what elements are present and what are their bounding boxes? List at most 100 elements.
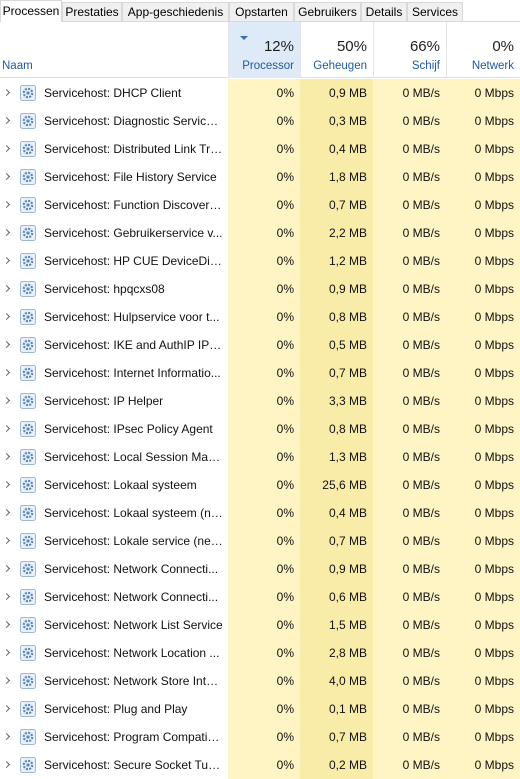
- tab-processen[interactable]: Processen: [0, 0, 62, 22]
- network-value: 0 Mbps: [446, 135, 520, 163]
- expand-chevron-icon[interactable]: [2, 256, 11, 265]
- service-gear-icon: [20, 505, 36, 521]
- process-name: Servicehost: Lokaal systeem (ne...: [44, 506, 224, 520]
- process-row[interactable]: Servicehost: Program Compatib... 0% 0,7 …: [0, 723, 520, 751]
- cpu-value: 0%: [228, 275, 300, 303]
- process-row[interactable]: Servicehost: IP Helper 0% 3,3 MB 0 MB/s …: [0, 387, 520, 415]
- expand-chevron-icon[interactable]: [2, 312, 11, 321]
- process-name: Servicehost: Lokale service (net...: [44, 534, 224, 548]
- network-value: 0 Mbps: [446, 275, 520, 303]
- process-row[interactable]: Servicehost: Gebruikerservice v... 0% 2,…: [0, 219, 520, 247]
- network-value: 0 Mbps: [446, 79, 520, 107]
- memory-value: 1,5 MB: [300, 611, 373, 639]
- disk-value: 0 MB/s: [373, 359, 446, 387]
- column-network-header[interactable]: 0% Netwerk: [446, 22, 520, 78]
- memory-value: 0,4 MB: [300, 499, 373, 527]
- process-row[interactable]: Servicehost: IKE and AuthIP IPse... 0% 0…: [0, 331, 520, 359]
- expand-chevron-icon[interactable]: [2, 452, 11, 461]
- process-row[interactable]: Servicehost: Lokaal systeem (ne... 0% 0,…: [0, 499, 520, 527]
- tab-prestaties[interactable]: Prestaties: [62, 2, 122, 21]
- process-row[interactable]: Servicehost: Network Connecti... 0% 0,9 …: [0, 555, 520, 583]
- disk-value: 0 MB/s: [373, 79, 446, 107]
- process-row[interactable]: Servicehost: Secure Socket Tun... 0% 0,2…: [0, 751, 520, 779]
- expand-chevron-icon[interactable]: [2, 396, 11, 405]
- cpu-value: 0%: [228, 583, 300, 611]
- tab-opstarten[interactable]: Opstarten: [229, 2, 294, 21]
- memory-value: 3,3 MB: [300, 387, 373, 415]
- process-row[interactable]: Servicehost: DHCP Client 0% 0,9 MB 0 MB/…: [0, 79, 520, 107]
- process-row[interactable]: Servicehost: Diagnostic Service ... 0% 0…: [0, 107, 520, 135]
- cpu-value: 0%: [228, 555, 300, 583]
- process-row[interactable]: Servicehost: Distributed Link Tra... 0% …: [0, 135, 520, 163]
- disk-value: 0 MB/s: [373, 303, 446, 331]
- process-row[interactable]: Servicehost: Plug and Play 0% 0,1 MB 0 M…: [0, 695, 520, 723]
- expand-chevron-icon[interactable]: [2, 732, 11, 741]
- process-row[interactable]: Servicehost: HP CUE DeviceDisc... 0% 1,2…: [0, 247, 520, 275]
- cpu-value: 0%: [228, 387, 300, 415]
- process-row[interactable]: Servicehost: IPsec Policy Agent 0% 0,8 M…: [0, 415, 520, 443]
- expand-chevron-icon[interactable]: [2, 564, 11, 573]
- process-row[interactable]: Servicehost: Lokale service (net... 0% 0…: [0, 527, 520, 555]
- memory-value: 0,6 MB: [300, 583, 373, 611]
- expand-chevron-icon[interactable]: [2, 116, 11, 125]
- network-value: 0 Mbps: [446, 303, 520, 331]
- tab-services[interactable]: Services: [407, 2, 463, 21]
- disk-value: 0 MB/s: [373, 527, 446, 555]
- tab-app-geschiedenis[interactable]: App-geschiedenis: [122, 2, 229, 21]
- column-processor-header[interactable]: 12% Processor: [228, 22, 300, 78]
- expand-chevron-icon[interactable]: [2, 424, 11, 433]
- process-name: Servicehost: HP CUE DeviceDisc...: [44, 254, 224, 268]
- expand-chevron-icon[interactable]: [2, 508, 11, 517]
- cpu-value: 0%: [228, 107, 300, 135]
- expand-chevron-icon[interactable]: [2, 228, 11, 237]
- service-gear-icon: [20, 729, 36, 745]
- service-gear-icon: [20, 281, 36, 297]
- column-name-header[interactable]: Naam: [2, 60, 33, 72]
- process-row[interactable]: Servicehost: File History Service 0% 1,8…: [0, 163, 520, 191]
- process-row[interactable]: Servicehost: hpqcxs08 0% 0,9 MB 0 MB/s 0…: [0, 275, 520, 303]
- cpu-value: 0%: [228, 303, 300, 331]
- expand-chevron-icon[interactable]: [2, 536, 11, 545]
- process-row[interactable]: Servicehost: Internet Informatio... 0% 0…: [0, 359, 520, 387]
- network-value: 0 Mbps: [446, 471, 520, 499]
- expand-chevron-icon[interactable]: [2, 368, 11, 377]
- process-row[interactable]: Servicehost: Network Store Inter... 0% 4…: [0, 667, 520, 695]
- service-gear-icon: [20, 757, 36, 773]
- memory-value: 1,8 MB: [300, 163, 373, 191]
- process-row[interactable]: Servicehost: Lokaal systeem 0% 25,6 MB 0…: [0, 471, 520, 499]
- process-name: Servicehost: File History Service: [44, 170, 217, 184]
- memory-value: 1,3 MB: [300, 443, 373, 471]
- process-name: Servicehost: Diagnostic Service ...: [44, 114, 224, 128]
- process-row[interactable]: Servicehost: Function Discovery... 0% 0,…: [0, 191, 520, 219]
- tab-gebruikers[interactable]: Gebruikers: [294, 2, 361, 21]
- column-memory-header[interactable]: 50% Geheugen: [300, 22, 373, 78]
- expand-chevron-icon[interactable]: [2, 760, 11, 769]
- service-gear-icon: [20, 309, 36, 325]
- memory-value: 0,1 MB: [300, 695, 373, 723]
- cpu-value: 0%: [228, 191, 300, 219]
- service-gear-icon: [20, 141, 36, 157]
- expand-chevron-icon[interactable]: [2, 144, 11, 153]
- expand-chevron-icon[interactable]: [2, 172, 11, 181]
- disk-value: 0 MB/s: [373, 667, 446, 695]
- process-row[interactable]: Servicehost: Network List Service 0% 1,5…: [0, 611, 520, 639]
- expand-chevron-icon[interactable]: [2, 620, 11, 629]
- expand-chevron-icon[interactable]: [2, 200, 11, 209]
- expand-chevron-icon[interactable]: [2, 88, 11, 97]
- expand-chevron-icon[interactable]: [2, 592, 11, 601]
- expand-chevron-icon[interactable]: [2, 704, 11, 713]
- memory-total: 50%: [336, 38, 367, 55]
- expand-chevron-icon[interactable]: [2, 648, 11, 657]
- tab-details[interactable]: Details: [361, 2, 407, 21]
- expand-chevron-icon[interactable]: [2, 676, 11, 685]
- network-value: 0 Mbps: [446, 107, 520, 135]
- expand-chevron-icon[interactable]: [2, 340, 11, 349]
- memory-label: Geheugen: [313, 60, 367, 72]
- process-row[interactable]: Servicehost: Network Location ... 0% 2,8…: [0, 639, 520, 667]
- column-disk-header[interactable]: 66% Schijf: [373, 22, 446, 78]
- expand-chevron-icon[interactable]: [2, 480, 11, 489]
- expand-chevron-icon[interactable]: [2, 284, 11, 293]
- process-row[interactable]: Servicehost: Network Connecti... 0% 0,6 …: [0, 583, 520, 611]
- process-row[interactable]: Servicehost: Hulpservice voor t... 0% 0,…: [0, 303, 520, 331]
- process-row[interactable]: Servicehost: Local Session Man... 0% 1,3…: [0, 443, 520, 471]
